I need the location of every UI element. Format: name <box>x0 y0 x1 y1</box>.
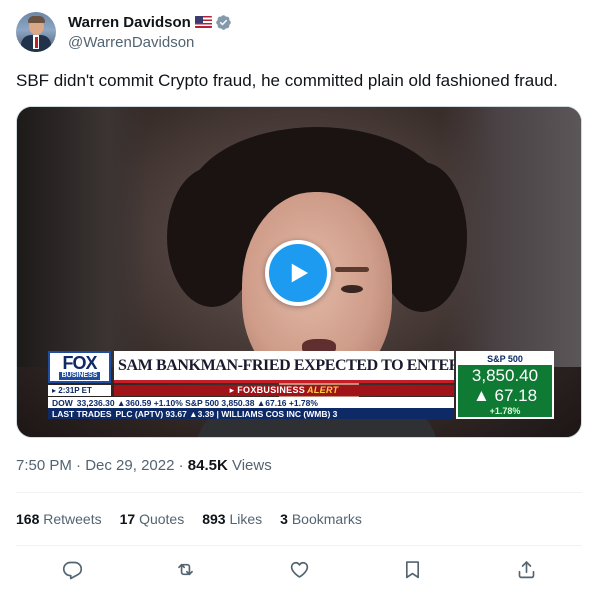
index-value: 3,850.40 <box>471 366 539 385</box>
likes-stat[interactable]: 893 Likes <box>202 511 262 527</box>
ticker-label-2: LAST TRADES <box>52 408 112 419</box>
likes-label: Likes <box>225 511 263 527</box>
retweet-icon <box>178 563 193 575</box>
video-background-left <box>17 107 147 367</box>
verified-badge-icon[interactable] <box>215 14 232 31</box>
retweets-stat[interactable]: 168 Retweets <box>16 511 102 527</box>
divider <box>16 492 582 493</box>
reply-icon <box>62 561 82 579</box>
quotes-count: 17 <box>119 511 136 527</box>
heart-icon <box>290 561 308 578</box>
bookmark-icon <box>405 560 420 578</box>
handle[interactable]: @WarrenDavidson <box>68 34 232 51</box>
index-change: ▲ 67.18 <box>472 386 538 405</box>
engagement-stats: 168 Retweets 17 Quotes 893 Likes 3 Bookm… <box>16 511 380 527</box>
bookmark-button[interactable] <box>357 559 469 580</box>
display-name[interactable]: Warren Davidson <box>68 14 191 31</box>
eye-shape <box>341 285 363 293</box>
news-chyron: FOX BUSINESS SAM BANKMAN-FRIED EXPECTED … <box>48 351 554 427</box>
bookmarks-stat[interactable]: 3 Bookmarks <box>280 511 362 527</box>
retweets-count: 168 <box>16 511 40 527</box>
author-names: Warren Davidson @WarrenDavidson <box>68 12 232 51</box>
alert-bar: ▸ FOXBUSINESS ALERT <box>114 385 454 396</box>
share-icon <box>518 560 534 578</box>
ticker-line-2: LAST TRADES PLC (APTV) 93.67 ▲3.39 | WIL… <box>48 408 454 419</box>
tweet-meta: 7:50 PM · Dec 29, 2022 · 84.5K Views <box>16 457 272 474</box>
name-row: Warren Davidson <box>68 12 232 32</box>
divider <box>16 545 582 546</box>
tweet-date[interactable]: Dec 29, 2022 <box>85 457 174 474</box>
retweets-label: Retweets <box>39 511 102 527</box>
share-button[interactable] <box>470 559 582 580</box>
tweet-time[interactable]: 7:50 PM <box>16 457 72 474</box>
play-icon <box>291 263 308 283</box>
video-player[interactable]: FOX BUSINESS SAM BANKMAN-FRIED EXPECTED … <box>16 106 582 438</box>
ticker-line-1: DOW 33,236.30 ▲360.59 +1.10% S&P 500 3,8… <box>48 397 454 408</box>
avatar-hair <box>28 16 45 23</box>
ticker-label-1: DOW <box>52 397 73 408</box>
bookmarks-count: 3 <box>280 511 288 527</box>
logo-main: FOX <box>62 353 97 373</box>
ticker-text-2: PLC (APTV) 93.67 ▲3.39 | WILLIAMS COS IN… <box>115 408 338 419</box>
quotes-label: Quotes <box>135 511 185 527</box>
retweet-button[interactable] <box>130 559 242 580</box>
avatar[interactable] <box>16 12 56 52</box>
headline-text: SAM BANKMAN-FRIED EXPECTED TO ENTER PLEA… <box>118 356 454 374</box>
eyebrow-shape <box>335 267 369 272</box>
tweet-text: SBF didn't commit Crypto fraud, he commi… <box>16 71 558 90</box>
logo-sub: BUSINESS <box>58 372 101 380</box>
alert-text: ▸ FOXBUSINESS ALERT <box>229 385 339 395</box>
network-logo: FOX BUSINESS <box>48 351 111 383</box>
meta-separator: · <box>174 457 188 474</box>
tweet-header: Warren Davidson @WarrenDavidson <box>16 12 232 52</box>
meta-separator: · <box>71 457 86 474</box>
ticker-text-1: 33,236.30 ▲360.59 +1.10% S&P 500 3,850.3… <box>76 397 318 408</box>
views-label: Views <box>227 457 272 474</box>
chyron-time-box: ▸ 2:31P ET <box>48 385 111 396</box>
reply-button[interactable] <box>16 559 128 580</box>
index-label: S&P 500 <box>458 353 552 365</box>
bookmarks-label: Bookmarks <box>287 511 362 527</box>
action-bar <box>16 550 582 588</box>
like-button[interactable] <box>243 559 355 580</box>
index-percent: +1.78% <box>489 406 521 416</box>
avatar-tie <box>35 37 38 48</box>
chyron-time: ▸ 2:31P ET <box>52 386 92 395</box>
us-flag-icon <box>194 16 212 28</box>
likes-count: 893 <box>202 511 226 527</box>
views-count: 84.5K <box>187 457 228 474</box>
quotes-stat[interactable]: 17 Quotes <box>120 511 185 527</box>
chyron-headline: SAM BANKMAN-FRIED EXPECTED TO ENTER PLEA… <box>114 351 454 383</box>
index-box: S&P 500 3,850.40 ▲ 67.18 +1.78% <box>456 351 554 419</box>
play-button[interactable] <box>265 240 331 306</box>
